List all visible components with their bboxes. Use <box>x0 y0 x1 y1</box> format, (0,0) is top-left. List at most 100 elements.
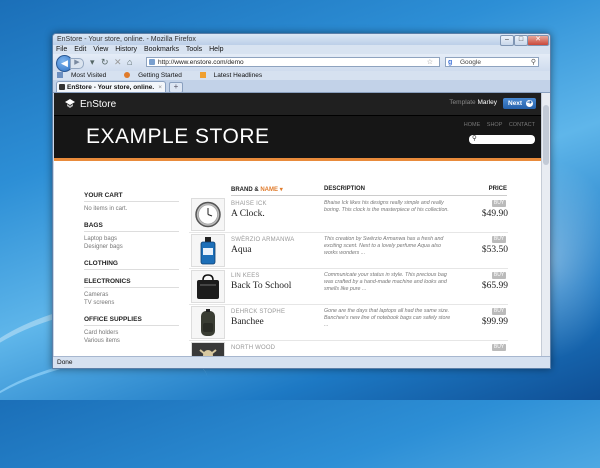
product-price: $49.90 <box>481 209 508 219</box>
new-tab-button[interactable]: + <box>169 82 183 93</box>
menu-tools[interactable]: Tools <box>186 46 202 53</box>
category-title[interactable]: ELECTRONICS <box>84 278 179 288</box>
cart-empty-text: No items in cart. <box>84 206 128 212</box>
stop-icon[interactable]: ✕ <box>114 58 122 67</box>
search-engine-label: Google <box>460 59 481 66</box>
product-brand: BHAISE ICK <box>231 201 267 207</box>
product-row: SWËRZIO ARMANWA Aqua This creation by Sw… <box>189 233 508 269</box>
category-title[interactable]: OFFICE SUPPLIES <box>84 316 179 326</box>
figure-icon[interactable] <box>191 342 225 357</box>
menu-history[interactable]: History <box>115 46 137 53</box>
category-item[interactable]: Laptop bags <box>84 235 179 244</box>
product-row: DEHRCK STOPHE Banchee Gone are the days … <box>189 305 508 341</box>
template-name: Marley <box>477 99 497 106</box>
header-brand: BRAND & <box>231 187 259 193</box>
vertical-scrollbar[interactable] <box>541 93 550 357</box>
category-bags: BAGS Laptop bags Designer bags <box>84 222 179 252</box>
buy-button[interactable]: BUY <box>492 200 506 207</box>
menu-view[interactable]: View <box>93 46 108 53</box>
browser-window: EnStore - Your store, online. - Mozilla … <box>52 33 551 369</box>
bookmark-star-icon[interactable]: ☆ <box>427 58 433 68</box>
scrollbar-thumb[interactable] <box>543 105 549 165</box>
store-search-input[interactable]: ⚲ <box>469 135 535 144</box>
dropdown-icon[interactable]: ▾ <box>90 58 95 67</box>
menu-bar: File Edit View History Bookmarks Tools H… <box>53 45 550 54</box>
menu-help[interactable]: Help <box>209 46 223 53</box>
product-description: This creation by Swërzio Armanwa has a f… <box>324 236 444 256</box>
bookmark-label: Latest Headlines <box>213 72 263 79</box>
home-icon[interactable]: ⌂ <box>127 58 132 67</box>
forward-button[interactable]: ▶ <box>70 58 84 69</box>
bookmark-label: Getting Started <box>138 72 182 79</box>
title-bar: EnStore - Your store, online. - Mozilla … <box>53 34 550 46</box>
tab-enstore[interactable]: EnStore - Your store, online. × <box>56 81 166 92</box>
status-text: Done <box>57 359 73 366</box>
product-price: $53.50 <box>481 245 508 255</box>
buy-button[interactable]: BUY <box>492 308 506 315</box>
product-brand: LIN KEES <box>231 273 260 279</box>
bookmark-most-visited[interactable]: Most Visited <box>57 72 114 79</box>
nav-shop[interactable]: SHOP <box>487 122 503 128</box>
google-icon: g <box>448 59 453 66</box>
category-title[interactable]: BAGS <box>84 222 179 232</box>
category-item[interactable]: Designer bags <box>84 243 179 252</box>
menu-bookmarks[interactable]: Bookmarks <box>144 46 179 53</box>
category-electronics: ELECTRONICS Cameras TV screens <box>84 278 179 308</box>
store-header: EXAMPLE STORE HOME SHOP CONTACT ⚲ <box>54 116 541 161</box>
cart-section: YOUR CART No items in cart. <box>84 192 179 214</box>
product-brand: SWËRZIO ARMANWA <box>231 237 295 243</box>
bookmark-getting-started[interactable]: Getting Started <box>124 72 190 79</box>
site-favicon-icon <box>149 59 155 65</box>
menu-file[interactable]: File <box>56 46 67 53</box>
category-item[interactable]: Cameras <box>84 291 179 300</box>
category-title[interactable]: CLOTHING <box>84 260 179 270</box>
nav-home[interactable]: HOME <box>464 122 481 128</box>
arrow-right-icon: ➜ <box>526 100 533 107</box>
store-nav: HOME SHOP CONTACT <box>459 122 535 128</box>
bag-icon[interactable] <box>191 270 225 303</box>
window-title: EnStore - Your store, online. - Mozilla … <box>57 36 196 43</box>
buy-button[interactable]: BUY <box>492 344 506 351</box>
nav-contact[interactable]: CONTACT <box>509 122 535 128</box>
product-row: BHAISE ICK A Clock. Bhaise Ick likes his… <box>189 197 508 233</box>
backpack-icon[interactable] <box>191 306 225 339</box>
product-description: Gone are the days that laptops all had t… <box>324 308 451 328</box>
page-title: EXAMPLE STORE <box>86 125 270 148</box>
product-row: LIN KEES Back To School Communicate your… <box>189 269 508 305</box>
sort-brand-name[interactable]: BRAND & NAME ▾ <box>231 186 283 193</box>
product-row: NORTH WOOD BUY <box>189 341 508 357</box>
menu-edit[interactable]: Edit <box>74 46 86 53</box>
store-logo[interactable]: EnStore <box>64 98 116 111</box>
product-name[interactable]: A Clock. <box>231 209 265 219</box>
tab-close-icon[interactable]: × <box>158 82 162 93</box>
search-bar[interactable]: g Google ⚲ <box>445 57 539 67</box>
bookmark-latest-headlines[interactable]: Latest Headlines <box>199 72 270 79</box>
header-divider <box>231 195 507 196</box>
minimize-button[interactable]: – <box>500 35 514 46</box>
product-name[interactable]: Aqua <box>231 245 252 255</box>
header-price: PRICE <box>488 186 507 192</box>
tab-strip: EnStore - Your store, online. × + <box>53 80 550 93</box>
sort-arrow-icon: ▾ <box>279 187 283 193</box>
bookmarks-toolbar: Most Visited Getting Started Latest Head… <box>53 71 550 80</box>
store-top-bar: EnStore Template Marley Next ➜ <box>54 93 541 116</box>
close-button[interactable]: ✕ <box>527 35 549 46</box>
tab-title: EnStore - Your store, online. <box>67 84 155 91</box>
template-label-text: Template <box>449 99 476 106</box>
product-name[interactable]: Banchee <box>231 317 264 327</box>
category-item[interactable]: Various items <box>84 337 179 346</box>
search-icon[interactable]: ⚲ <box>531 58 536 68</box>
perfume-icon[interactable] <box>191 234 225 267</box>
category-item[interactable]: Card holders <box>84 329 179 338</box>
logo-text: EnStore <box>80 99 117 110</box>
buy-button[interactable]: BUY <box>492 236 506 243</box>
clock-icon[interactable] <box>191 198 225 231</box>
next-button[interactable]: Next ➜ <box>503 98 536 109</box>
tab-favicon-icon <box>59 84 65 90</box>
buy-button[interactable]: BUY <box>492 272 506 279</box>
product-name[interactable]: Back To School <box>231 281 291 291</box>
maximize-button[interactable]: □ <box>514 35 528 46</box>
category-item[interactable]: TV screens <box>84 299 179 308</box>
reload-icon[interactable]: ↻ <box>101 58 109 67</box>
url-bar[interactable]: http://www.enstore.com/demo ☆ <box>146 57 440 67</box>
